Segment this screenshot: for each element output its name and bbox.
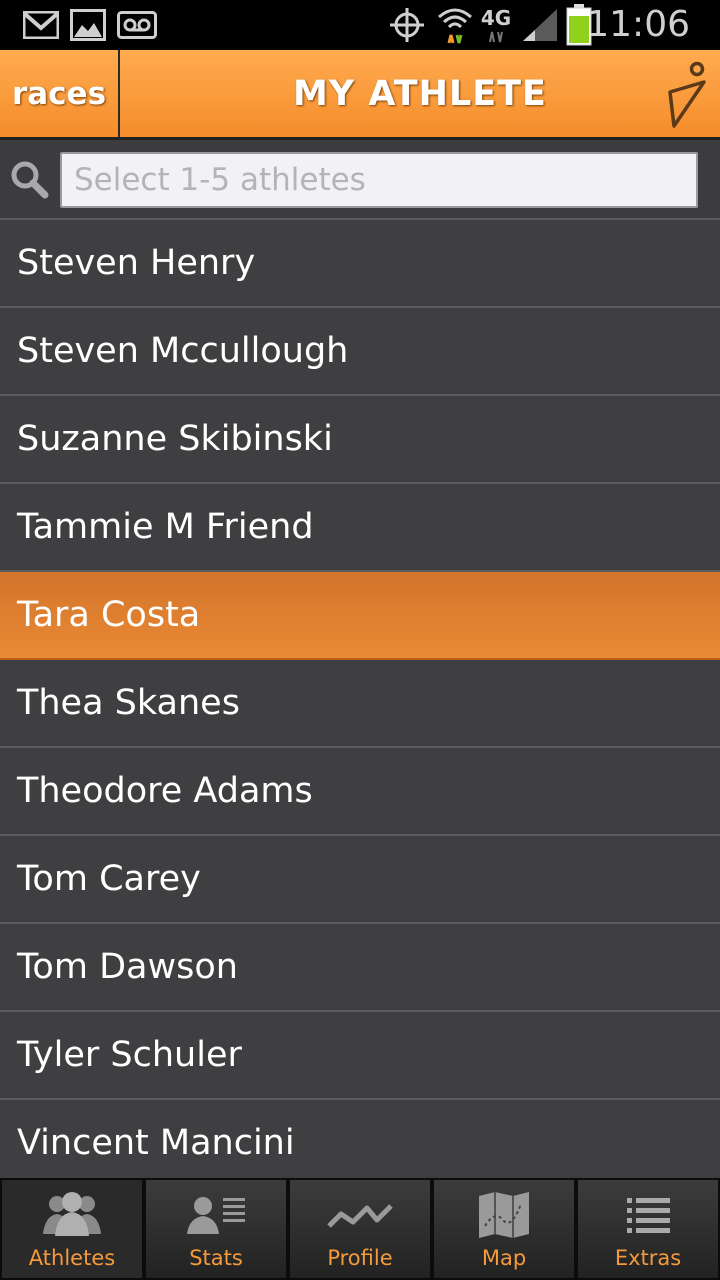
athlete-list-item[interactable]: Tom Carey bbox=[0, 836, 720, 924]
bottom-nav: Athletes Stats Profile Map Extras bbox=[0, 1178, 720, 1280]
gallery-icon bbox=[68, 0, 108, 50]
list-icon bbox=[613, 1190, 683, 1240]
athlete-list-item[interactable]: Thea Skanes bbox=[0, 660, 720, 748]
signal-icon bbox=[520, 0, 560, 50]
athlete-list-item[interactable]: Tara Costa bbox=[0, 572, 720, 660]
tab-extras-label: Extras bbox=[614, 1246, 682, 1270]
tab-extras[interactable]: Extras bbox=[576, 1178, 720, 1280]
tab-athletes-label: Athletes bbox=[28, 1246, 116, 1270]
page-title: MY ATHLETE bbox=[293, 73, 547, 114]
tab-map[interactable]: Map bbox=[432, 1178, 576, 1280]
athletes-icon bbox=[37, 1190, 107, 1240]
tab-athletes[interactable]: Athletes bbox=[0, 1178, 144, 1280]
map-icon bbox=[469, 1190, 539, 1240]
athlete-search-input[interactable] bbox=[60, 152, 698, 208]
status-clock: 11:06 bbox=[586, 4, 690, 45]
stats-icon bbox=[181, 1190, 251, 1240]
tab-stats-label: Stats bbox=[189, 1246, 243, 1270]
gps-icon bbox=[388, 0, 426, 50]
athlete-list-item[interactable]: Tyler Schuler bbox=[0, 1012, 720, 1100]
athlete-list-item[interactable]: Vincent Mancini bbox=[0, 1100, 720, 1180]
search-bar bbox=[0, 140, 720, 220]
action-bar: races MY ATHLETE bbox=[0, 50, 720, 140]
athlete-list-item[interactable]: Theodore Adams bbox=[0, 748, 720, 836]
athlete-list-item[interactable]: Steven Mccullough bbox=[0, 308, 720, 396]
voicemail-icon bbox=[116, 0, 158, 50]
pin-logo-icon[interactable] bbox=[664, 58, 712, 130]
network-label: 4G bbox=[480, 6, 512, 30]
athlete-list: Steven Henry Steven Mccullough Suzanne Ski… bbox=[0, 210, 720, 1180]
profile-chart-icon bbox=[325, 1190, 395, 1240]
athlete-list-item[interactable]: Tammie M Friend bbox=[0, 484, 720, 572]
races-button[interactable]: races bbox=[0, 50, 120, 137]
athlete-list-item[interactable]: Suzanne Skibinski bbox=[0, 396, 720, 484]
gmail-icon bbox=[22, 0, 60, 50]
status-bar: 4G 11:06 bbox=[0, 0, 720, 50]
search-icon bbox=[8, 158, 50, 200]
tab-stats[interactable]: Stats bbox=[144, 1178, 288, 1280]
tab-profile-label: Profile bbox=[327, 1246, 393, 1270]
athlete-list-item[interactable]: Steven Henry bbox=[0, 220, 720, 308]
tab-profile[interactable]: Profile bbox=[288, 1178, 432, 1280]
wifi-icon bbox=[436, 0, 474, 50]
tab-map-label: Map bbox=[481, 1246, 527, 1270]
4g-lte-icon: 4G bbox=[474, 0, 518, 50]
athlete-list-item[interactable]: Tom Dawson bbox=[0, 924, 720, 1012]
